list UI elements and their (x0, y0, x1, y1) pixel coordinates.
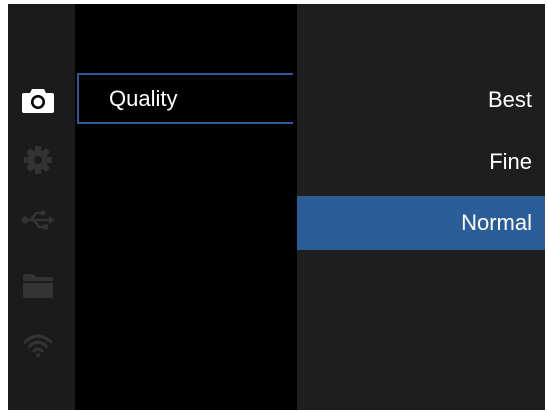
option-best[interactable]: Best (297, 73, 545, 127)
option-label: Best (487, 87, 532, 112)
category-sidebar (8, 4, 75, 410)
camera-icon[interactable] (20, 82, 56, 118)
quality-options-panel: Best Fine Normal (297, 4, 545, 410)
option-label: Normal (461, 210, 532, 235)
folder-icon[interactable] (20, 267, 56, 303)
wifi-icon[interactable] (20, 327, 56, 363)
settings-menu: Quality (75, 4, 297, 410)
option-label: Fine (489, 149, 532, 174)
option-fine[interactable]: Fine (297, 135, 545, 189)
menu-item-label: Quality (109, 86, 178, 111)
gear-icon[interactable] (20, 142, 56, 178)
menu-item-quality[interactable]: Quality (77, 73, 293, 124)
usb-icon[interactable] (20, 202, 56, 238)
camera-menu-screen: Quality Best Fine Normal (8, 4, 545, 410)
option-normal[interactable]: Normal (297, 196, 545, 250)
